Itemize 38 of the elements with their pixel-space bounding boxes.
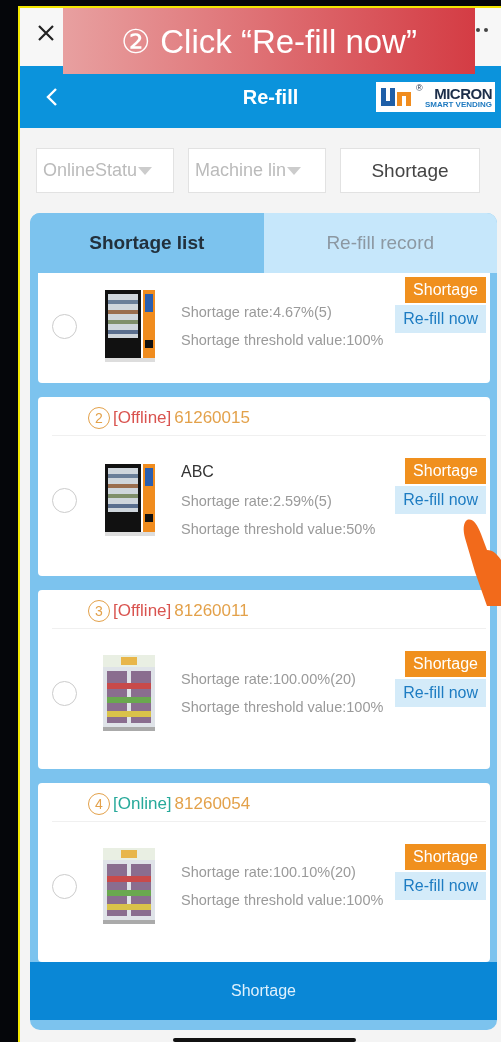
machine-code: 61260015 <box>174 408 250 428</box>
threshold-value: Shortage threshold value:100% <box>181 699 384 715</box>
status-label: [Online] <box>113 794 172 814</box>
refill-now-button[interactable]: Re-fill now <box>395 486 486 514</box>
shortage-rate: Shortage rate:100.10%(20) <box>181 864 356 880</box>
page-title: Re-fill <box>242 85 299 109</box>
refill-now-button[interactable]: Re-fill now <box>395 679 486 707</box>
shortage-rate: Shortage rate:100.00%(20) <box>181 671 356 687</box>
shortage-rate: Shortage rate:2.59%(5) <box>181 493 332 509</box>
shortage-rate: Shortage rate:4.67%(5) <box>181 304 332 320</box>
tab[interactable]: Re-fill record <box>263 213 497 273</box>
status-label: [Offline] <box>113 601 172 621</box>
caption-banner: ② Click “Re-fill now” <box>63 8 475 74</box>
shortage-filter-button[interactable]: Shortage <box>340 148 480 193</box>
back-icon[interactable] <box>46 87 58 107</box>
shortage-button[interactable]: Shortage <box>405 844 486 870</box>
machine-code: 81260054 <box>174 794 251 814</box>
logo-name: MICRON <box>434 85 492 101</box>
threshold-value: Shortage threshold value:100% <box>181 892 384 908</box>
shortage-button[interactable]: Shortage <box>405 458 486 484</box>
more-icon[interactable] <box>475 27 491 33</box>
shortage-submit-button[interactable]: Shortage <box>30 962 497 1020</box>
shortage-button[interactable]: Shortage <box>405 651 486 677</box>
shortage-button[interactable]: Shortage <box>405 277 486 303</box>
caret-icon <box>138 166 153 175</box>
filter-dropdown[interactable]: OnlineStatu <box>36 148 174 193</box>
machine-name: ABC <box>181 463 214 481</box>
status-label: [Offline] <box>113 408 172 428</box>
machine-code: 81260011 <box>174 601 249 621</box>
threshold-value: Shortage threshold value:50% <box>181 521 376 537</box>
close-icon[interactable] <box>36 23 56 43</box>
logo-tagline: SMART VENDING <box>424 100 492 109</box>
filter-dropdown[interactable]: Machine lin <box>188 148 326 193</box>
caret-icon <box>287 166 302 175</box>
refill-now-button[interactable]: Re-fill now <box>395 305 486 333</box>
refill-now-button[interactable]: Re-fill now <box>395 872 486 900</box>
threshold-value: Shortage threshold value:100% <box>181 332 384 348</box>
registered-mark: ® <box>415 82 423 93</box>
